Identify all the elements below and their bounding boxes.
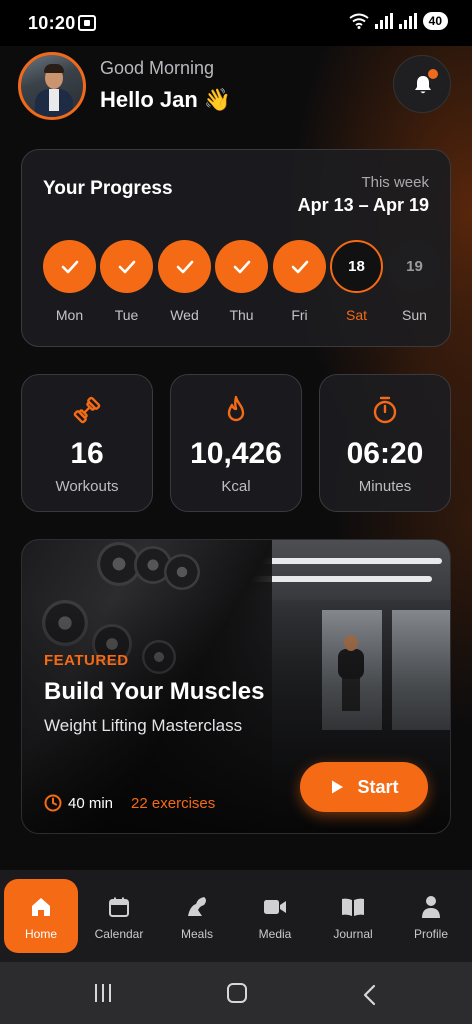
notification-button[interactable] — [393, 55, 451, 113]
featured-duration: 40 min — [68, 794, 114, 812]
meals-icon — [188, 897, 206, 916]
status-icons: 40 — [349, 12, 448, 30]
day-fri[interactable]: Fri — [273, 240, 326, 323]
featured-tag: FEATURED — [44, 652, 129, 669]
start-button-label: Start — [357, 776, 399, 797]
date-range: Apr 13 – Apr 19 — [297, 195, 429, 215]
user-greeting: Hello Jan 👋 — [100, 87, 232, 112]
day-label: Wed — [170, 307, 199, 323]
progress-card: Your Progress This week Apr 13 – Apr 19 … — [21, 149, 451, 347]
clock-icon — [44, 794, 62, 812]
stat-label: Workouts — [55, 478, 119, 495]
nav-label: Media — [258, 927, 292, 941]
nav-label: Home — [24, 927, 57, 941]
wifi-icon — [349, 13, 369, 29]
stopwatch-icon — [373, 396, 397, 424]
stat-value: 10,426 — [190, 437, 282, 470]
stat-workouts[interactable]: 16 Workouts — [21, 374, 153, 512]
day-thu[interactable]: Thu — [215, 240, 268, 323]
day-wed[interactable]: Wed — [158, 240, 211, 323]
nav-label: Calendar — [94, 927, 144, 941]
greeting-text: Good Morning — [100, 58, 215, 78]
flame-icon — [227, 395, 245, 422]
day-sat[interactable]: 18 Sat — [330, 240, 383, 323]
stat-label: Minutes — [358, 478, 412, 495]
system-navigation-bar — [0, 962, 472, 1024]
home-icon — [32, 898, 50, 916]
nav-label: Meals — [180, 927, 213, 941]
nav-home[interactable]: Home — [4, 879, 78, 953]
play-icon — [332, 780, 344, 794]
check-icon — [118, 260, 135, 273]
recent-apps-button[interactable] — [95, 984, 111, 1002]
day-label: Sat — [345, 307, 367, 323]
video-icon — [264, 900, 286, 914]
home-button[interactable] — [227, 983, 247, 1003]
week-days: Mon Tue Wed Thu Fri 18 Sat 19 Sun — [43, 240, 441, 330]
nav-meals[interactable]: Meals — [160, 879, 234, 953]
stat-kcal[interactable]: 10,426 Kcal — [170, 374, 302, 512]
battery-indicator: 40 — [422, 12, 448, 30]
nav-journal[interactable]: Journal — [316, 879, 390, 953]
notification-badge — [428, 69, 438, 79]
signal-icon — [374, 13, 393, 29]
app-screen: 10:20 40 Good Morning Hello Jan 👋 Your P… — [0, 0, 472, 1024]
featured-workout-card[interactable]: FEATURED Build Your Muscles Weight Lifti… — [21, 539, 451, 834]
check-icon — [176, 260, 193, 273]
avatar[interactable] — [18, 52, 86, 120]
nav-calendar[interactable]: Calendar — [82, 879, 156, 953]
status-time: 10:20 — [28, 13, 76, 33]
featured-subtitle: Weight Lifting Masterclass — [44, 716, 243, 735]
featured-meta: 40 min 22 exercises — [44, 794, 215, 812]
bottom-navigation: Home Calendar Meals Media Journal Profil… — [0, 870, 472, 962]
stat-minutes[interactable]: 06:20 Minutes — [319, 374, 451, 512]
nav-label: Profile — [413, 927, 448, 941]
day-tue[interactable]: Tue — [100, 240, 153, 323]
check-icon — [291, 260, 308, 273]
screenshot-icon — [78, 15, 96, 31]
featured-title: Build Your Muscles — [44, 678, 265, 705]
day-label: Fri — [291, 307, 308, 323]
nav-profile[interactable]: Profile — [394, 879, 468, 953]
check-icon — [233, 260, 250, 273]
stat-label: Kcal — [221, 478, 251, 495]
stat-value: 06:20 — [346, 437, 424, 470]
period-label: This week — [361, 174, 429, 191]
back-icon[interactable] — [362, 984, 376, 1006]
dumbbell-icon — [73, 396, 101, 424]
day-label: Sun — [402, 307, 427, 323]
stat-value: 16 — [70, 437, 104, 470]
featured-exercises: 22 exercises — [131, 794, 216, 812]
day-label: Tue — [114, 307, 139, 323]
calendar-icon — [109, 897, 129, 917]
status-bar: 10:20 40 — [0, 0, 472, 46]
person-icon — [422, 896, 440, 918]
nav-media[interactable]: Media — [238, 879, 312, 953]
day-number: 19 — [388, 240, 441, 293]
day-label: Mon — [55, 307, 84, 323]
day-sun[interactable]: 19 Sun — [388, 240, 441, 323]
day-mon[interactable]: Mon — [43, 240, 96, 323]
progress-title: Your Progress — [43, 178, 173, 199]
signal-icon-2 — [398, 13, 417, 29]
day-number: 18 — [330, 240, 383, 293]
book-icon — [342, 898, 364, 916]
check-icon — [61, 260, 78, 273]
nav-label: Journal — [333, 927, 373, 941]
day-label: Thu — [229, 307, 254, 323]
start-button[interactable]: Start — [300, 762, 428, 812]
